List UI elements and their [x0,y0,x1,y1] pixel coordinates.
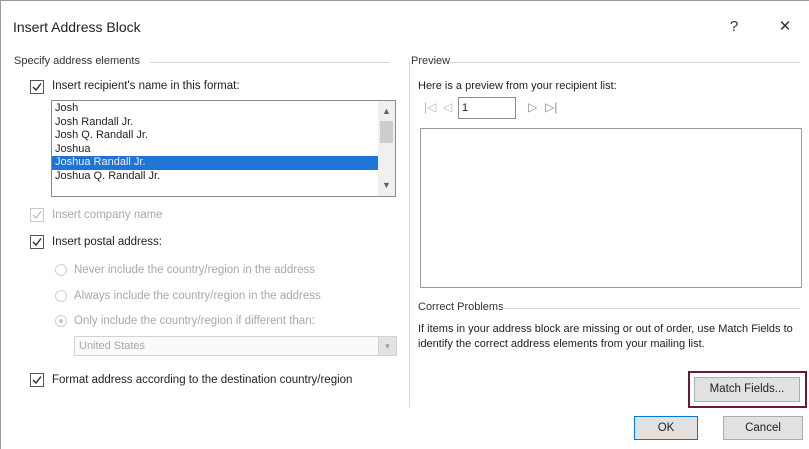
preview-intro: Here is a preview from your recipient li… [418,80,617,92]
last-record-icon[interactable]: ▷| [545,100,557,114]
chevron-up-icon[interactable]: ▲ [382,107,391,116]
group-border-left [409,62,410,407]
name-format-listbox[interactable]: Josh Josh Randall Jr. Josh Q. Randall Jr… [51,100,396,197]
format-address-label: Format address according to the destinat… [52,374,353,386]
next-record-icon[interactable]: ▷ [528,100,537,114]
radio-always-country[interactable] [55,290,67,302]
first-record-icon[interactable]: |◁ [424,100,436,114]
list-item[interactable]: Josh [52,102,378,116]
country-select[interactable]: United States ▾ [74,336,397,356]
help-button[interactable]: ? [722,15,746,39]
group-label-correct-problems: Correct Problems [418,301,504,313]
checkmark-icon [32,238,42,246]
list-item-selected[interactable]: Joshua Randall Jr. [52,156,378,170]
radio-only-different-label: Only include the country/region if diffe… [74,315,315,327]
country-select-value: United States [79,340,146,352]
chevron-down-icon[interactable]: ▼ [382,181,391,190]
scroll-thumb[interactable] [380,121,393,143]
group-divider [450,62,800,63]
format-address-checkbox[interactable] [30,373,44,387]
close-button[interactable]: ✕ [773,15,797,39]
radio-only-different-country[interactable] [55,315,67,327]
record-number-input[interactable]: 1 [458,97,516,119]
checkmark-icon [32,83,42,91]
chevron-down-icon[interactable]: ▾ [378,337,396,355]
group-label-address-elements: Specify address elements [14,55,140,67]
group-label-preview: Preview [411,55,451,67]
company-name-checkbox[interactable] [30,208,44,222]
radio-always-country-label: Always include the country/region in the… [74,290,321,302]
group-divider [502,308,800,309]
ok-button[interactable]: OK [634,416,698,440]
postal-address-checkbox[interactable] [30,235,44,249]
previous-record-icon[interactable]: ◁ [443,100,452,114]
list-item[interactable]: Joshua Q. Randall Jr. [52,170,378,184]
list-scrollbar[interactable]: ▲ ▼ [378,101,395,196]
dialog-title: Insert Address Block [13,19,141,35]
preview-box [420,128,802,288]
recipient-name-label: Insert recipient's name in this format: [52,80,240,92]
group-divider [150,62,390,63]
radio-never-country[interactable] [55,264,67,276]
name-format-list: Josh Josh Randall Jr. Josh Q. Randall Jr… [52,102,378,183]
correct-problems-text: If items in your address block are missi… [418,323,793,350]
list-item[interactable]: Josh Randall Jr. [52,116,378,130]
cancel-button[interactable]: Cancel [723,416,803,440]
checkmark-icon [32,211,42,219]
recipient-name-checkbox[interactable] [30,80,44,94]
radio-never-country-label: Never include the country/region in the … [74,264,316,276]
list-item[interactable]: Joshua [52,143,378,157]
list-item[interactable]: Josh Q. Randall Jr. [52,129,378,143]
match-fields-button[interactable]: Match Fields... [694,377,800,402]
checkmark-icon [32,376,42,384]
company-name-label: Insert company name [52,209,163,221]
postal-address-label: Insert postal address: [52,236,162,248]
